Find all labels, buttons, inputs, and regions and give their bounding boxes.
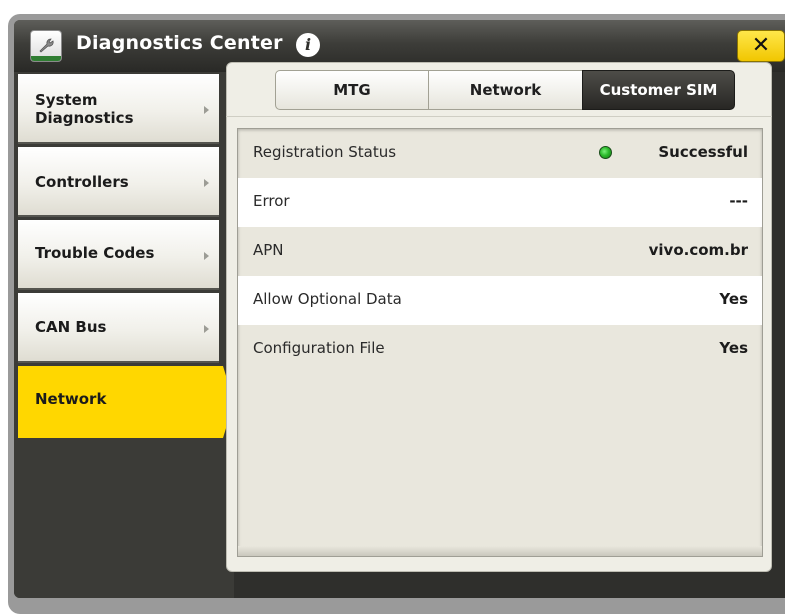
sidebar-item-network[interactable]: Network: [18, 366, 234, 438]
table-row: Registration Status Successful: [238, 129, 762, 178]
sidebar-nav: System Diagnostics Controllers Trouble C…: [14, 72, 234, 598]
sidebar-item-label: Controllers: [35, 173, 129, 191]
green-status-light-icon: [599, 146, 612, 159]
row-label: Registration Status: [253, 143, 397, 161]
table-row: Error ---: [238, 178, 762, 227]
sim-status-table: Registration Status Successful Error ---…: [237, 128, 763, 557]
sidebar-item-label: CAN Bus: [35, 318, 107, 336]
table-row: Configuration File Yes: [238, 325, 762, 374]
row-value: Yes: [719, 339, 748, 357]
row-value: Successful: [658, 143, 748, 161]
table-row: APN vivo.com.br: [238, 227, 762, 276]
info-icon[interactable]: i: [296, 33, 320, 57]
wrench-icon: [30, 30, 62, 62]
sidebar-item-controllers[interactable]: Controllers: [18, 147, 219, 217]
chevron-right-icon: [204, 179, 209, 187]
row-label: Configuration File: [253, 339, 385, 357]
tab-bar: MTG Network Customer SIM: [261, 70, 735, 110]
sidebar-item-label: Network: [35, 390, 107, 408]
divider: [226, 116, 772, 117]
row-label: Error: [253, 192, 290, 210]
table-footer: [238, 546, 762, 556]
row-value: vivo.com.br: [648, 241, 748, 259]
table-row: Allow Optional Data Yes: [238, 276, 762, 325]
sidebar-item-label: System Diagnostics: [35, 91, 134, 127]
chevron-right-icon: [204, 325, 209, 333]
sidebar-item-can-bus[interactable]: CAN Bus: [18, 293, 219, 363]
tab-mtg[interactable]: MTG: [275, 70, 429, 110]
row-label: APN: [253, 241, 284, 259]
close-button[interactable]: ✕: [737, 30, 785, 62]
row-value: Yes: [719, 290, 748, 308]
tab-network[interactable]: Network: [428, 70, 583, 110]
tab-customer-sim[interactable]: Customer SIM: [582, 70, 735, 110]
sidebar-item-label: Trouble Codes: [35, 244, 155, 262]
chevron-right-icon: [204, 252, 209, 260]
chevron-right-icon: [204, 106, 209, 114]
row-label: Allow Optional Data: [253, 290, 402, 308]
row-value: ---: [729, 192, 748, 210]
sidebar-item-system-diagnostics[interactable]: System Diagnostics: [18, 74, 219, 144]
window-title: Diagnostics Center: [76, 32, 283, 54]
sidebar-item-trouble-codes[interactable]: Trouble Codes: [18, 220, 219, 290]
